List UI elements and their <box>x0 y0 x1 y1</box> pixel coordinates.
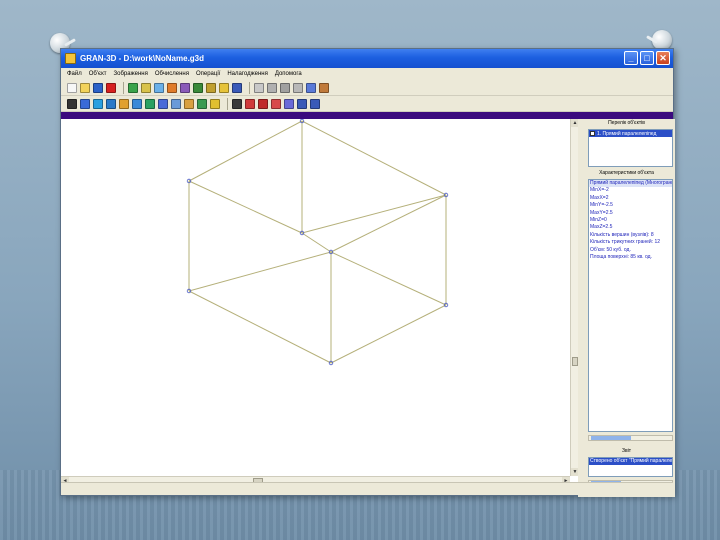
prop-line: Прямий паралелепіпед (Многогранник) <box>589 180 673 188</box>
log-entry: Створено об'єкт "Прямий паралелепіпед" <box>589 458 672 465</box>
color-icon[interactable] <box>106 98 116 109</box>
torus-icon[interactable] <box>180 82 190 93</box>
save-icon[interactable] <box>93 82 103 93</box>
objects-caption: Перелік об'єктів <box>608 120 645 126</box>
menu-object[interactable]: Об'єкт <box>89 71 107 77</box>
app-icon <box>65 53 76 64</box>
stop-icon[interactable] <box>106 82 116 93</box>
wireframe-edge <box>188 251 332 292</box>
toolbar-separator <box>227 97 228 110</box>
toolbar-separator <box>249 81 250 94</box>
properties-horizontal-scrollbar[interactable] <box>588 435 673 441</box>
paste-icon[interactable] <box>293 82 303 93</box>
prop-line: MaxZ=2.5 <box>590 224 613 231</box>
window-title: GRAN-3D - D:\work\NoName.g3d <box>80 54 205 63</box>
canvas-vertical-scrollbar[interactable]: ▲ ▼ <box>570 119 579 476</box>
render-icon[interactable] <box>232 98 242 109</box>
properties-caption: Характеристики об'єкта <box>599 170 654 176</box>
zoom-in-icon[interactable] <box>297 98 307 109</box>
title-bar[interactable]: GRAN-3D - D:\work\NoName.g3d _ □ ✕ <box>61 49 673 68</box>
prop-line: Об'єм: 50 куб. од. <box>590 246 631 253</box>
object-properties: Прямий паралелепіпед (Многогранник) MinX… <box>588 179 673 432</box>
prop-line: MaxY=2.5 <box>590 209 613 216</box>
prop-line: Кількість трикутних граней: 12 <box>590 239 661 246</box>
wireframe-edge <box>301 194 447 234</box>
menu-operations[interactable]: Операції <box>196 71 220 77</box>
maximize-button[interactable]: □ <box>640 51 654 65</box>
properties-scroll-thumb[interactable] <box>591 436 631 440</box>
cut-icon[interactable] <box>280 82 290 93</box>
red-cube-3-icon[interactable] <box>271 98 281 109</box>
mirror-icon[interactable] <box>171 98 181 109</box>
red-cube-icon[interactable] <box>245 98 255 109</box>
right-panel: Перелік об'єктів 1. Прямий паралелепіпед… <box>578 119 675 497</box>
light-bulb-icon[interactable] <box>210 98 220 109</box>
menu-debug[interactable]: Налагодження <box>227 71 268 77</box>
prop-line: Площа поверхні: 85 кв. од. <box>590 254 652 261</box>
wireframe-edge <box>188 120 303 182</box>
app-window: GRAN-3D - D:\work\NoName.g3d _ □ ✕ Файл … <box>60 48 675 497</box>
object-list[interactable]: 1. Прямий паралелепіпед <box>588 129 673 167</box>
drawing-canvas[interactable] <box>61 118 570 476</box>
toolbar-main <box>61 80 673 96</box>
open-folder-icon[interactable] <box>80 82 90 93</box>
arrow-icon[interactable] <box>67 98 77 109</box>
menu-image[interactable]: Зображення <box>114 71 148 77</box>
cylinder-icon[interactable] <box>141 82 151 93</box>
pushpin-right-icon <box>652 30 672 50</box>
scale-icon[interactable] <box>158 98 168 109</box>
accent-bar <box>61 112 673 119</box>
menu-file[interactable]: Файл <box>67 71 82 77</box>
help-icon[interactable] <box>232 82 242 93</box>
wireframe-edge <box>188 290 332 364</box>
move-icon[interactable] <box>145 98 155 109</box>
wireframe-edge <box>301 232 332 253</box>
list-item[interactable]: 1. Прямий паралелепіпед <box>589 130 672 137</box>
wireframe-edge <box>330 304 447 364</box>
menu-bar: Файл Об'єкт Зображення Обчислення Операц… <box>61 68 673 80</box>
menu-compute[interactable]: Обчислення <box>155 71 189 77</box>
axes-icon[interactable] <box>80 98 90 109</box>
delete-icon[interactable] <box>267 82 277 93</box>
palette-icon[interactable] <box>197 98 207 109</box>
cursor-icon[interactable] <box>254 82 264 93</box>
fill-icon[interactable] <box>184 98 194 109</box>
wireframe-edge <box>330 251 447 306</box>
paint-icon[interactable] <box>119 98 129 109</box>
question-icon[interactable] <box>306 82 316 93</box>
wireframe-edge <box>188 180 303 234</box>
pyramid-icon[interactable] <box>206 82 216 93</box>
toolbar-secondary <box>61 96 673 112</box>
object-label: 1. Прямий паралелепіпед <box>597 130 657 137</box>
red-cube-2-icon[interactable] <box>258 98 268 109</box>
close-button[interactable]: ✕ <box>656 51 670 65</box>
menu-help[interactable]: Допомога <box>275 71 302 77</box>
prop-line: MinX=-2 <box>590 187 609 194</box>
light-icon[interactable] <box>219 82 229 93</box>
sphere-icon[interactable] <box>167 82 177 93</box>
zoom-fit-icon[interactable] <box>284 98 294 109</box>
prop-line: MinZ=0 <box>590 217 607 224</box>
toolbar-separator <box>123 81 124 94</box>
wireframe-edge <box>301 120 447 196</box>
new-file-icon[interactable] <box>67 82 77 93</box>
zoom-out-icon[interactable] <box>310 98 320 109</box>
rotate-icon[interactable] <box>93 98 103 109</box>
cube-green-icon[interactable] <box>128 82 138 93</box>
status-bar <box>61 482 673 495</box>
prop-line: MinY=-2.5 <box>590 202 613 209</box>
report-log[interactable]: Створено об'єкт "Прямий паралелепіпед" <box>588 457 673 477</box>
minimize-button[interactable]: _ <box>624 51 638 65</box>
log-caption: Звіт <box>621 448 632 454</box>
object-visible-checkbox[interactable] <box>590 131 595 136</box>
texture-icon[interactable] <box>132 98 142 109</box>
prism-icon[interactable] <box>193 82 203 93</box>
wireframe-edge <box>330 194 447 253</box>
grab-icon[interactable] <box>319 82 329 93</box>
prop-line: MaxX=2 <box>590 194 609 201</box>
wireframe-view <box>186 118 449 366</box>
cone-icon[interactable] <box>154 82 164 93</box>
